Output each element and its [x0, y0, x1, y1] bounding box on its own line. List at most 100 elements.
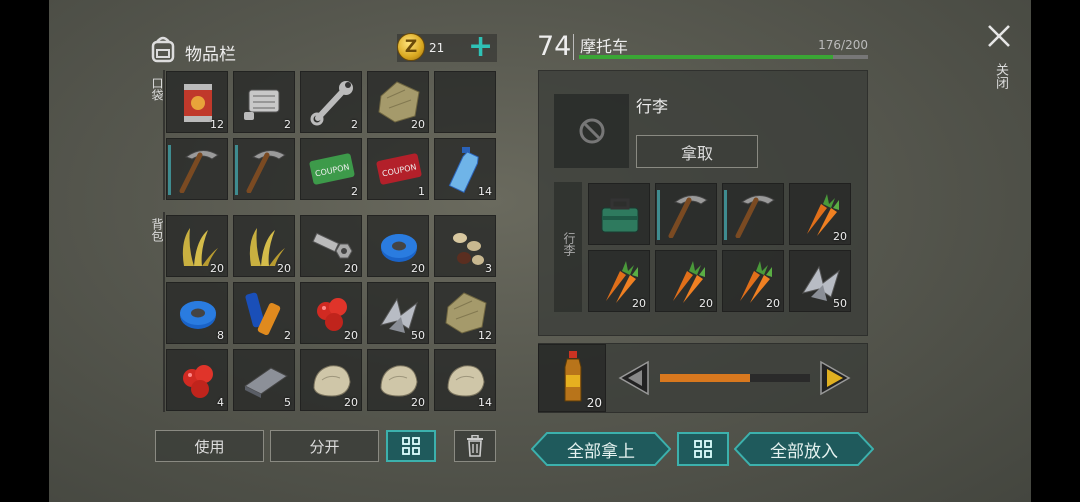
backpack-slot[interactable]: 20	[233, 215, 295, 277]
item-count: 20	[833, 230, 847, 243]
luggage-equip-slot[interactable]	[554, 94, 629, 168]
pocket-slot[interactable]	[434, 71, 496, 133]
pocket-slot[interactable]	[233, 138, 295, 200]
backpack-slot[interactable]: 2	[233, 282, 295, 344]
item-count: 20	[344, 262, 358, 275]
luggage-slot[interactable]	[722, 183, 784, 245]
vehicle-sort-button[interactable]	[677, 432, 729, 466]
item-count: 2	[284, 118, 291, 131]
pickaxe-icon	[246, 150, 286, 193]
item-count: 8	[217, 329, 224, 342]
backpack-slot[interactable]: 14	[434, 349, 496, 411]
pocket-slot[interactable]: 20	[367, 71, 429, 133]
item-count: 20	[699, 297, 713, 310]
backpack-slot[interactable]: 20	[300, 215, 362, 277]
backpack-slot[interactable]: 3	[434, 215, 496, 277]
backpack-slot[interactable]: 12	[434, 282, 496, 344]
pocket-slot[interactable]: COUPON 2	[300, 138, 362, 200]
luggage-slot[interactable]: 20	[655, 250, 717, 312]
backpack-slot[interactable]: 20	[367, 349, 429, 411]
item-count: 2	[284, 329, 291, 342]
pocket-slot[interactable]: 12	[166, 71, 228, 133]
item-count: 2	[351, 118, 358, 131]
duct-tape-icon	[180, 301, 216, 329]
use-button[interactable]: 使用	[155, 430, 264, 462]
item-count: 20	[277, 262, 291, 275]
item-count: 12	[210, 118, 224, 131]
vehicle-level: 74	[537, 31, 572, 62]
pocket-slot[interactable]	[166, 138, 228, 200]
blocked-icon	[579, 118, 605, 144]
item-count: 4	[217, 396, 224, 409]
item-count: 14	[478, 185, 492, 198]
iron-bar-icon	[244, 367, 288, 398]
luggage-title: 行李	[636, 97, 669, 116]
fuel-slot[interactable]: 20	[538, 344, 606, 412]
durability-indicator	[168, 145, 171, 195]
put-all-button[interactable]: 全部放入	[733, 432, 875, 470]
berries-icon	[183, 365, 213, 398]
engine-part-icon	[244, 89, 280, 120]
discard-button[interactable]	[454, 430, 496, 462]
item-count: 12	[478, 329, 492, 342]
backpack-slot[interactable]: 20	[166, 215, 228, 277]
close-button[interactable]	[987, 24, 1011, 52]
ration-coupon-icon: COUPON	[309, 153, 355, 185]
pocket-slot[interactable]: 2	[300, 71, 362, 133]
backpack-slot[interactable]: 8	[166, 282, 228, 344]
item-count: 20	[766, 297, 780, 310]
durability-indicator	[657, 190, 660, 240]
fuel-slider-fill	[660, 374, 750, 382]
backpack-slot[interactable]: 4	[166, 349, 228, 411]
inventory-title: 物品栏	[185, 45, 236, 65]
grid-icon	[402, 437, 420, 455]
take-all-button[interactable]: 全部拿上	[530, 432, 672, 470]
luggage-slot[interactable]: 50	[789, 250, 851, 312]
header-divider	[573, 34, 574, 60]
luggage-slot[interactable]	[588, 183, 650, 245]
durability-track	[579, 55, 868, 59]
sort-grid-button[interactable]	[386, 430, 436, 462]
take-all-label: 全部拿上	[567, 441, 635, 462]
combat-gear-coupon-icon: COUPON	[376, 153, 422, 185]
durability-indicator	[235, 145, 238, 195]
add-coins-button[interactable]: +	[468, 30, 493, 64]
backpack-slot[interactable]: 50	[367, 282, 429, 344]
split-button[interactable]: 分开	[270, 430, 379, 462]
item-count: 50	[411, 329, 425, 342]
pocket-slot[interactable]: 2	[233, 71, 295, 133]
durability-text: 176/200	[818, 38, 868, 52]
close-icon	[988, 25, 1010, 47]
pocket-slot[interactable]: COUPON 1	[367, 138, 429, 200]
item-count: 20	[632, 297, 646, 310]
backpack-slot[interactable]: 20	[300, 282, 362, 344]
coin-count: 21	[429, 41, 445, 55]
item-count: 20	[411, 262, 425, 275]
item-count: 3	[485, 262, 492, 275]
luggage-slot[interactable]: 20	[789, 183, 851, 245]
pickaxe-icon	[668, 195, 708, 238]
item-count: 2	[351, 185, 358, 198]
item-count: 20	[210, 262, 224, 275]
take-button[interactable]: 拿取	[636, 135, 758, 168]
decrease-arrow-button[interactable]	[618, 360, 650, 400]
grid-icon	[694, 440, 712, 458]
screen-edge-left	[0, 0, 49, 502]
backpack-slot[interactable]: 20	[300, 349, 362, 411]
increase-arrow-button[interactable]	[819, 360, 851, 400]
close-label: 关闭	[993, 63, 1008, 89]
backpack-slot[interactable]: 20	[367, 215, 429, 277]
item-count: 20	[344, 396, 358, 409]
luggage-slot[interactable]	[655, 183, 717, 245]
pocket-slot[interactable]: 14	[434, 138, 496, 200]
fuel-slider-track[interactable]	[660, 374, 810, 382]
luggage-slot[interactable]: 20	[588, 250, 650, 312]
item-count: 50	[833, 297, 847, 310]
luggage-side-label: 行李	[562, 232, 576, 256]
pickaxe-icon	[179, 150, 219, 193]
backpack-slot[interactable]: 5	[233, 349, 295, 411]
item-count: 20	[411, 396, 425, 409]
toolbox-icon	[601, 198, 639, 233]
put-all-label: 全部放入	[770, 441, 838, 462]
luggage-slot[interactable]: 20	[722, 250, 784, 312]
